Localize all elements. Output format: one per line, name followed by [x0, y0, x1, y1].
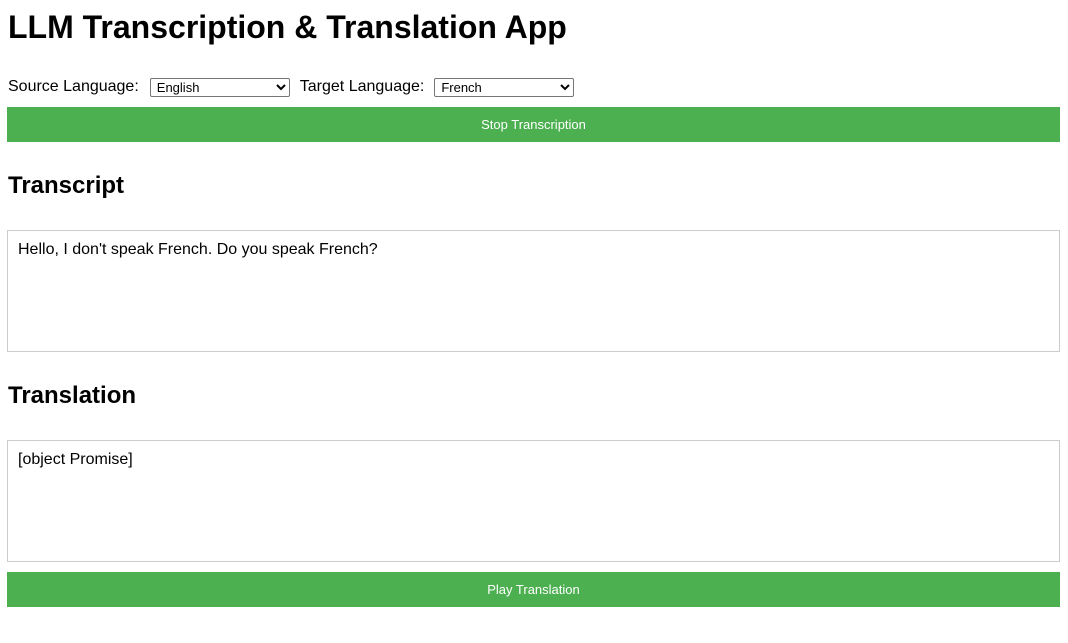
transcript-box: Hello, I don't speak French. Do you spea… — [7, 230, 1060, 352]
language-selector-row: Source Language: English Target Language… — [8, 77, 575, 97]
translation-box: [object Promise] — [7, 440, 1060, 562]
target-language-label: Target Language: — [299, 78, 425, 95]
translation-heading: Translation — [8, 382, 137, 409]
source-language-select[interactable]: English — [149, 77, 290, 97]
translation-text: [object Promise] — [18, 451, 133, 468]
page-title: LLM Transcription & Translation App — [8, 9, 567, 45]
source-language-label: Source Language: — [8, 78, 139, 95]
stop-transcription-button[interactable]: Stop Transcription — [7, 107, 1060, 142]
target-language-select[interactable]: French — [434, 77, 575, 97]
transcript-text: Hello, I don't speak French. Do you spea… — [18, 241, 378, 258]
transcript-heading: Transcript — [8, 172, 125, 199]
play-translation-button[interactable]: Play Translation — [7, 572, 1060, 607]
app-page: LLM Transcription & Translation App Sour… — [0, 0, 1068, 643]
